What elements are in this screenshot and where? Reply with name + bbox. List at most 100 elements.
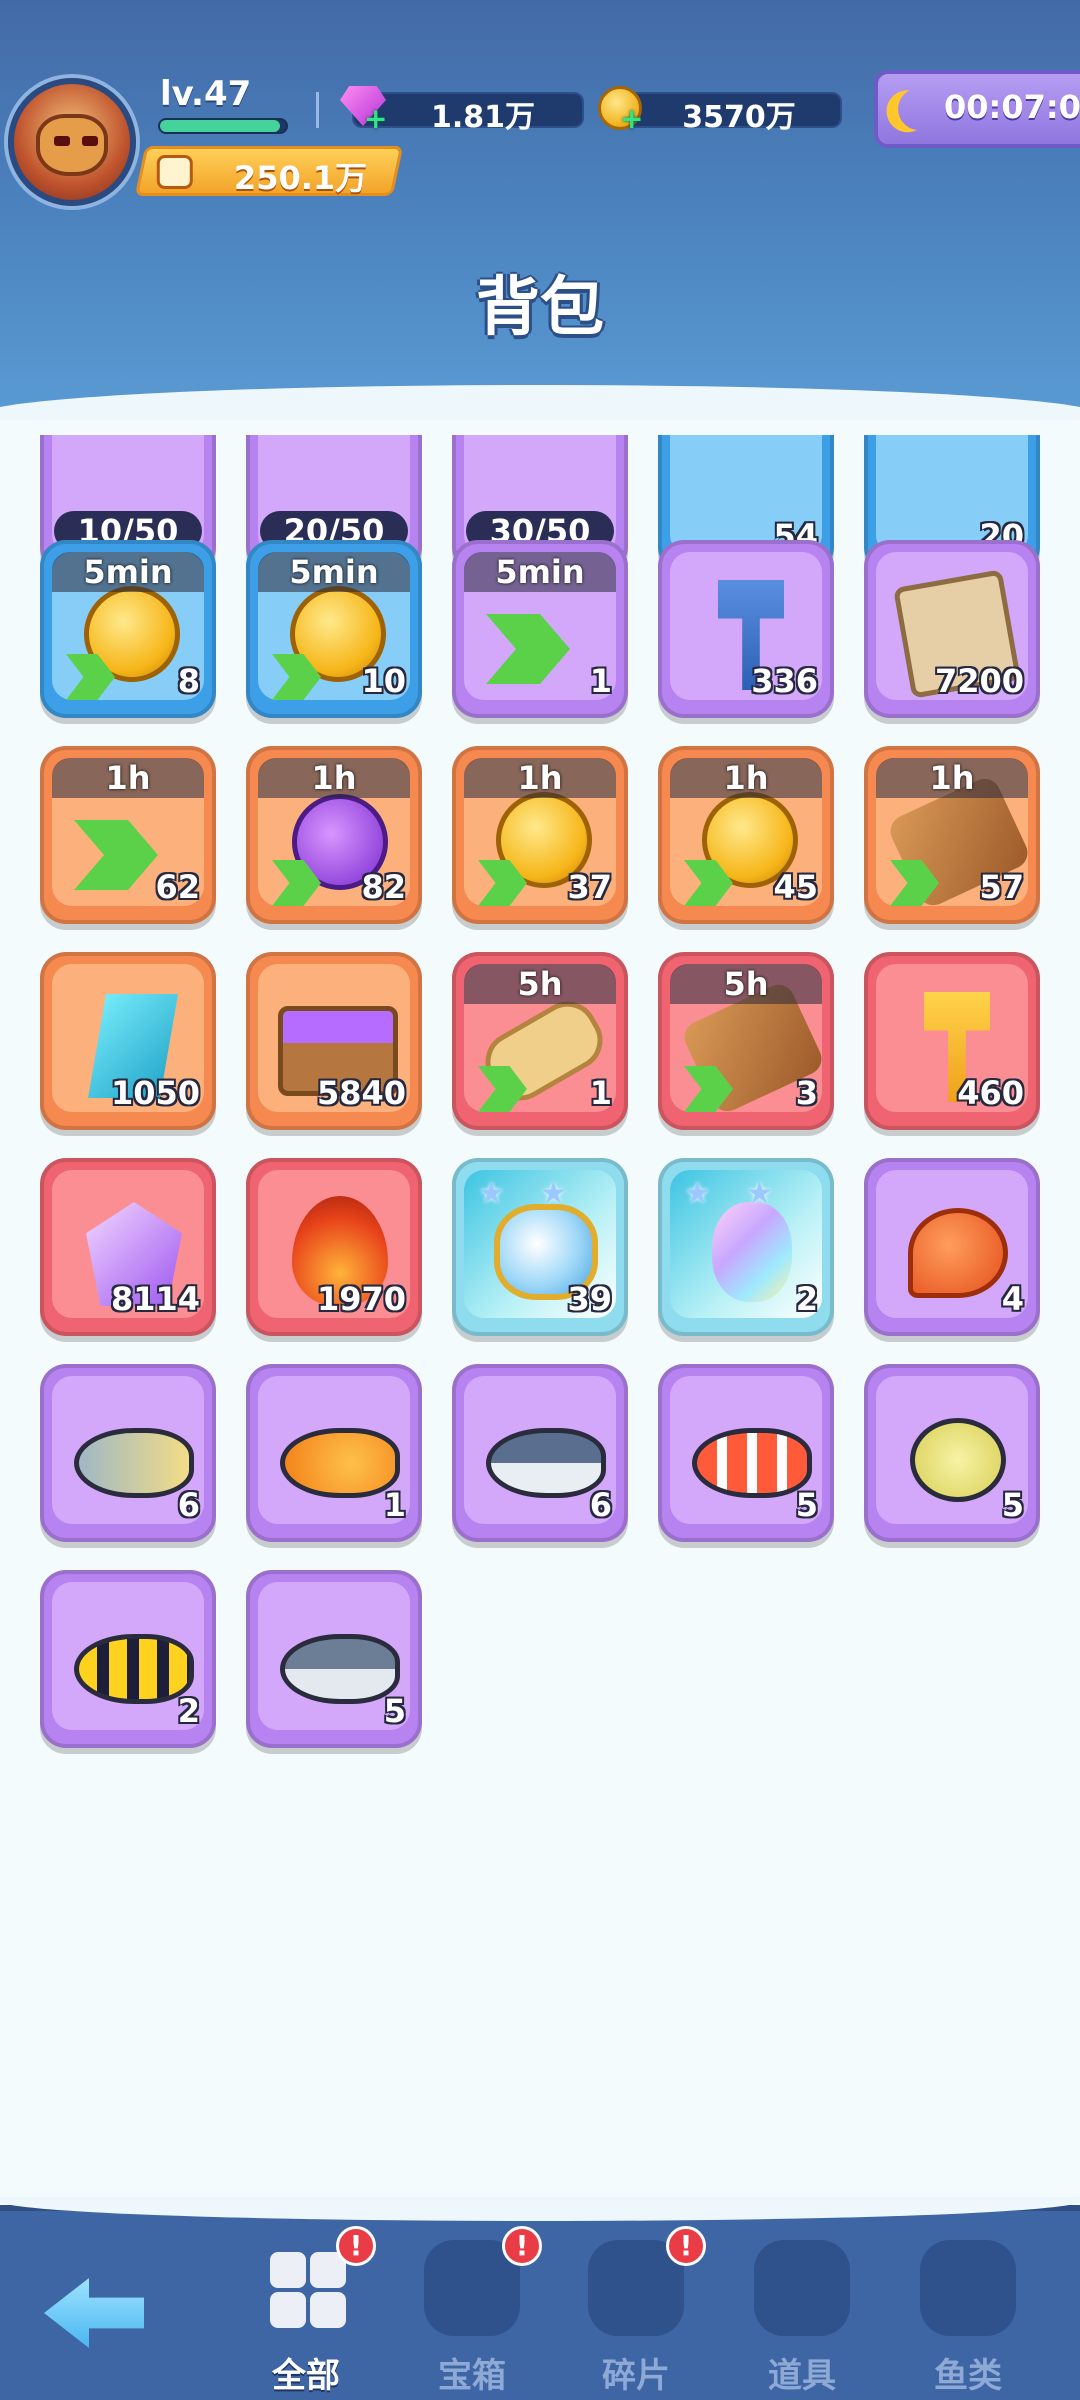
inventory-item[interactable]: 1h 45 [658,746,834,924]
inventory-item[interactable]: 5 [246,1570,422,1748]
divider [316,92,319,128]
inventory-item[interactable]: 1h 57 [864,746,1040,924]
inventory-item[interactable]: 5min 8 [40,540,216,718]
tetra-fish-icon [74,1428,194,1498]
inventory-item[interactable]: 336 [658,540,834,718]
duration-tag: 5h [670,964,822,1004]
header-wave [0,385,1080,420]
player-avatar[interactable] [8,78,136,206]
item-count: 82 [361,868,406,906]
item-count: 2 [795,1280,818,1318]
tab-items[interactable]: 道具 [732,2240,872,2396]
inventory-item[interactable]: 1h 62 [40,746,216,924]
night-timer[interactable]: 00:07:00 [874,70,1080,148]
inventory-item[interactable]: 1 [246,1364,422,1542]
inventory-item[interactable]: ★ ★ 39 [452,1158,628,1336]
grid-square [310,2292,346,2328]
angelfish-icon [74,1634,194,1704]
inventory-item[interactable]: 6 [40,1364,216,1542]
star-icon: ★ [540,1176,567,1211]
avatar-eye [82,136,98,146]
alert-badge: ! [502,2226,542,2266]
alert-badge: ! [666,2226,706,2266]
tab-fish[interactable]: 鱼类 [898,2240,1038,2396]
back-arrow-icon [44,2278,144,2348]
clownfish-icon [692,1428,812,1498]
moon-icon [892,82,946,136]
inventory-item[interactable]: 5h 3 [658,952,834,1130]
grid-square [270,2292,306,2328]
inventory-grid[interactable]: 10/50 20/50 30/50 54 20 5min 8 5min 10 5min 1 336 72… [0,435,1080,2205]
goldfish-icon [280,1428,400,1498]
item-count: 7200 [934,662,1024,700]
inventory-item[interactable]: 1970 [246,1158,422,1336]
back-button[interactable] [34,2260,154,2360]
inventory-item[interactable]: 5840 [246,952,422,1130]
avatar-face [36,114,108,176]
tab-fragments[interactable]: ! 碎片 [566,2226,706,2396]
snow-edge [0,2197,1080,2221]
item-count: 37 [567,868,612,906]
shark-icon [486,1428,606,1498]
alert-badge: ! [336,2226,376,2266]
duration-tag: 1h [52,758,204,798]
shrimp-icon [908,1208,1008,1298]
tab-all[interactable]: ! 全部 [236,2226,376,2396]
tuna-icon [280,1634,400,1704]
opal-stone-icon [712,1202,792,1302]
item-count: 6 [589,1486,612,1524]
inventory-item[interactable]: 5min 10 [246,540,422,718]
inventory-item[interactable]: 5 [658,1364,834,1542]
tab-label: 道具 [768,2356,836,2396]
inventory-item[interactable]: 1h 37 [452,746,628,924]
duration-tag: 1h [258,758,410,798]
item-count: 5 [795,1486,818,1524]
inventory-item[interactable]: 2 [40,1570,216,1748]
inventory-item[interactable]: ★ ★ 2 [658,1158,834,1336]
duration-tag: 1h [670,758,822,798]
power-value: 250.1万 [233,159,368,197]
item-count: 6 [177,1486,200,1524]
item-count: 3 [795,1074,818,1112]
inventory-item[interactable]: 460 [864,952,1040,1130]
star-icon: ★ [478,1176,505,1211]
inventory-item[interactable]: 5h 1 [452,952,628,1130]
top-header [0,0,1080,420]
duration-tag: 5min [52,552,204,592]
tab-chests[interactable]: ! 宝箱 [402,2226,542,2396]
inventory-item[interactable]: 5min 1 [452,540,628,718]
item-count: 1050 [110,1074,200,1112]
inventory-item[interactable]: 7200 [864,540,1040,718]
power-badge: 250.1万 [134,146,404,197]
duration-tag: 5min [464,552,616,592]
player-level: lv.47 [160,74,252,114]
fist-icon [156,155,193,189]
pufferfish-icon [910,1418,1006,1502]
tab-label: 鱼类 [934,2356,1002,2396]
inventory-item[interactable]: 1050 [40,952,216,1130]
inventory-item[interactable]: 5 [864,1364,1040,1542]
item-count: 336 [751,662,818,700]
item-count: 45 [773,868,818,906]
inventory-item[interactable]: 4 [864,1158,1040,1336]
add-coins-icon[interactable]: + [620,105,643,133]
duration-tag: 5h [464,964,616,1004]
add-gems-icon[interactable]: + [364,105,387,133]
star-icon: ★ [746,1176,773,1211]
item-count: 5 [383,1692,406,1730]
level-progress-fill [160,120,280,132]
item-count: 8 [177,662,200,700]
item-count: 1 [589,1074,612,1112]
inventory-item[interactable]: 6 [452,1364,628,1542]
avatar-eye [54,136,70,146]
inventory-item[interactable]: 1h 82 [246,746,422,924]
item-count: 2 [177,1692,200,1730]
tab-label: 宝箱 [438,2356,506,2396]
item-count: 8114 [110,1280,200,1318]
item-count: 5840 [316,1074,406,1112]
item-count: 1 [383,1486,406,1524]
item-count: 460 [957,1074,1024,1112]
inventory-item[interactable]: 8114 [40,1158,216,1336]
duration-tag: 1h [876,758,1028,798]
fish-icon [920,2240,1016,2336]
